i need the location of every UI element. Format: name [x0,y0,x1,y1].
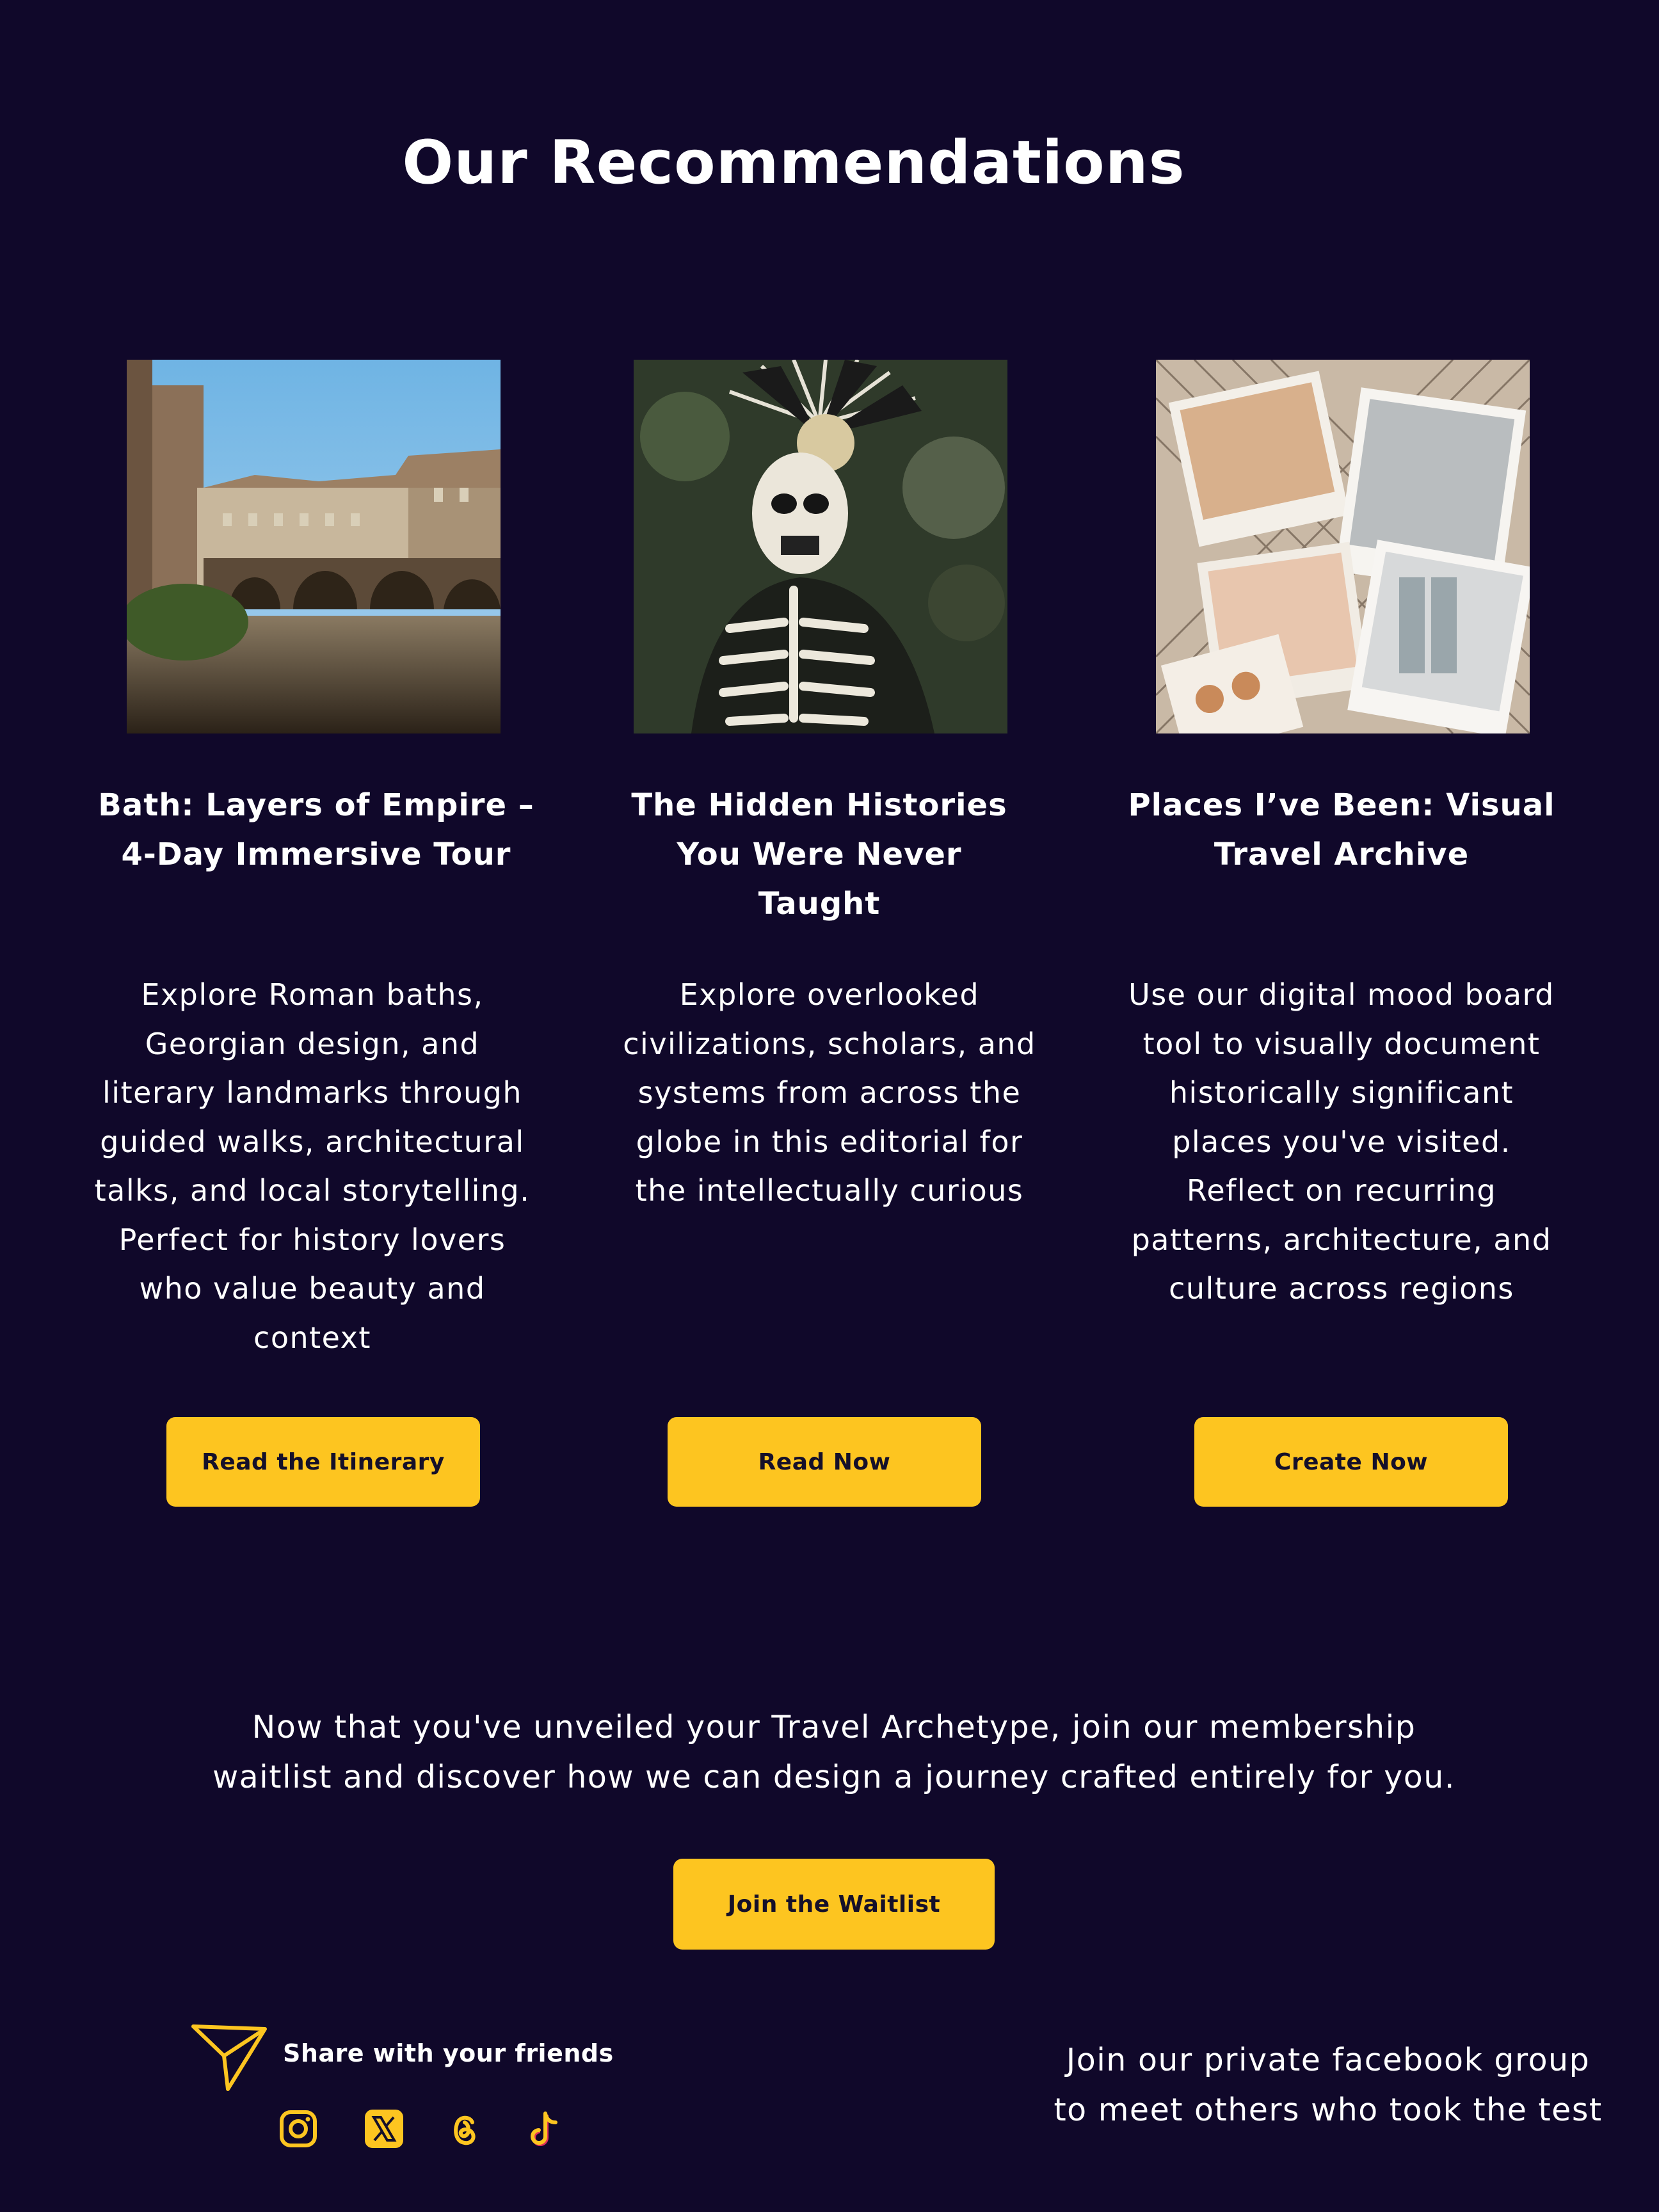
card-description: Use our digital mood board tool to visua… [1128,977,1555,1306]
waitlist-message: Now that you've unveiled your Travel Arc… [212,1709,1455,1795]
page-title: Our Recommendations [402,128,1185,198]
paper-plane-icon [191,2023,268,2093]
read-now-button[interactable]: Read Now [668,1417,981,1507]
card-title: Bath: Layers of Empire – 4-Day Immersive… [98,787,534,872]
x-icon[interactable] [364,2108,405,2149]
skull-paint-performer-photo [634,360,1007,733]
polaroid-mood-board-photo [1156,360,1530,733]
tiktok-icon[interactable] [525,2108,566,2149]
card-description: Explore Roman baths, Georgian design, an… [94,977,531,1355]
bath-bridge-photo [127,360,501,733]
threads-icon[interactable] [444,2108,485,2149]
share-section: Share with your friends [191,2023,639,2151]
instagram-icon[interactable] [278,2108,319,2149]
card-title: The Hidden Histories You Were Never Taug… [631,787,1007,922]
read-itinerary-button[interactable]: Read the Itinerary [166,1417,480,1507]
create-now-button[interactable]: Create Now [1194,1417,1508,1507]
join-waitlist-button[interactable]: Join the Waitlist [673,1859,995,1950]
facebook-group-link[interactable]: Join our private facebook group to meet … [1024,2035,1632,2135]
card-title: Places I’ve Been: Visual Travel Archive [1128,787,1555,872]
card-description: Explore overlooked civilizations, schola… [623,977,1036,1208]
share-label: Share with your friends [283,2039,614,2067]
